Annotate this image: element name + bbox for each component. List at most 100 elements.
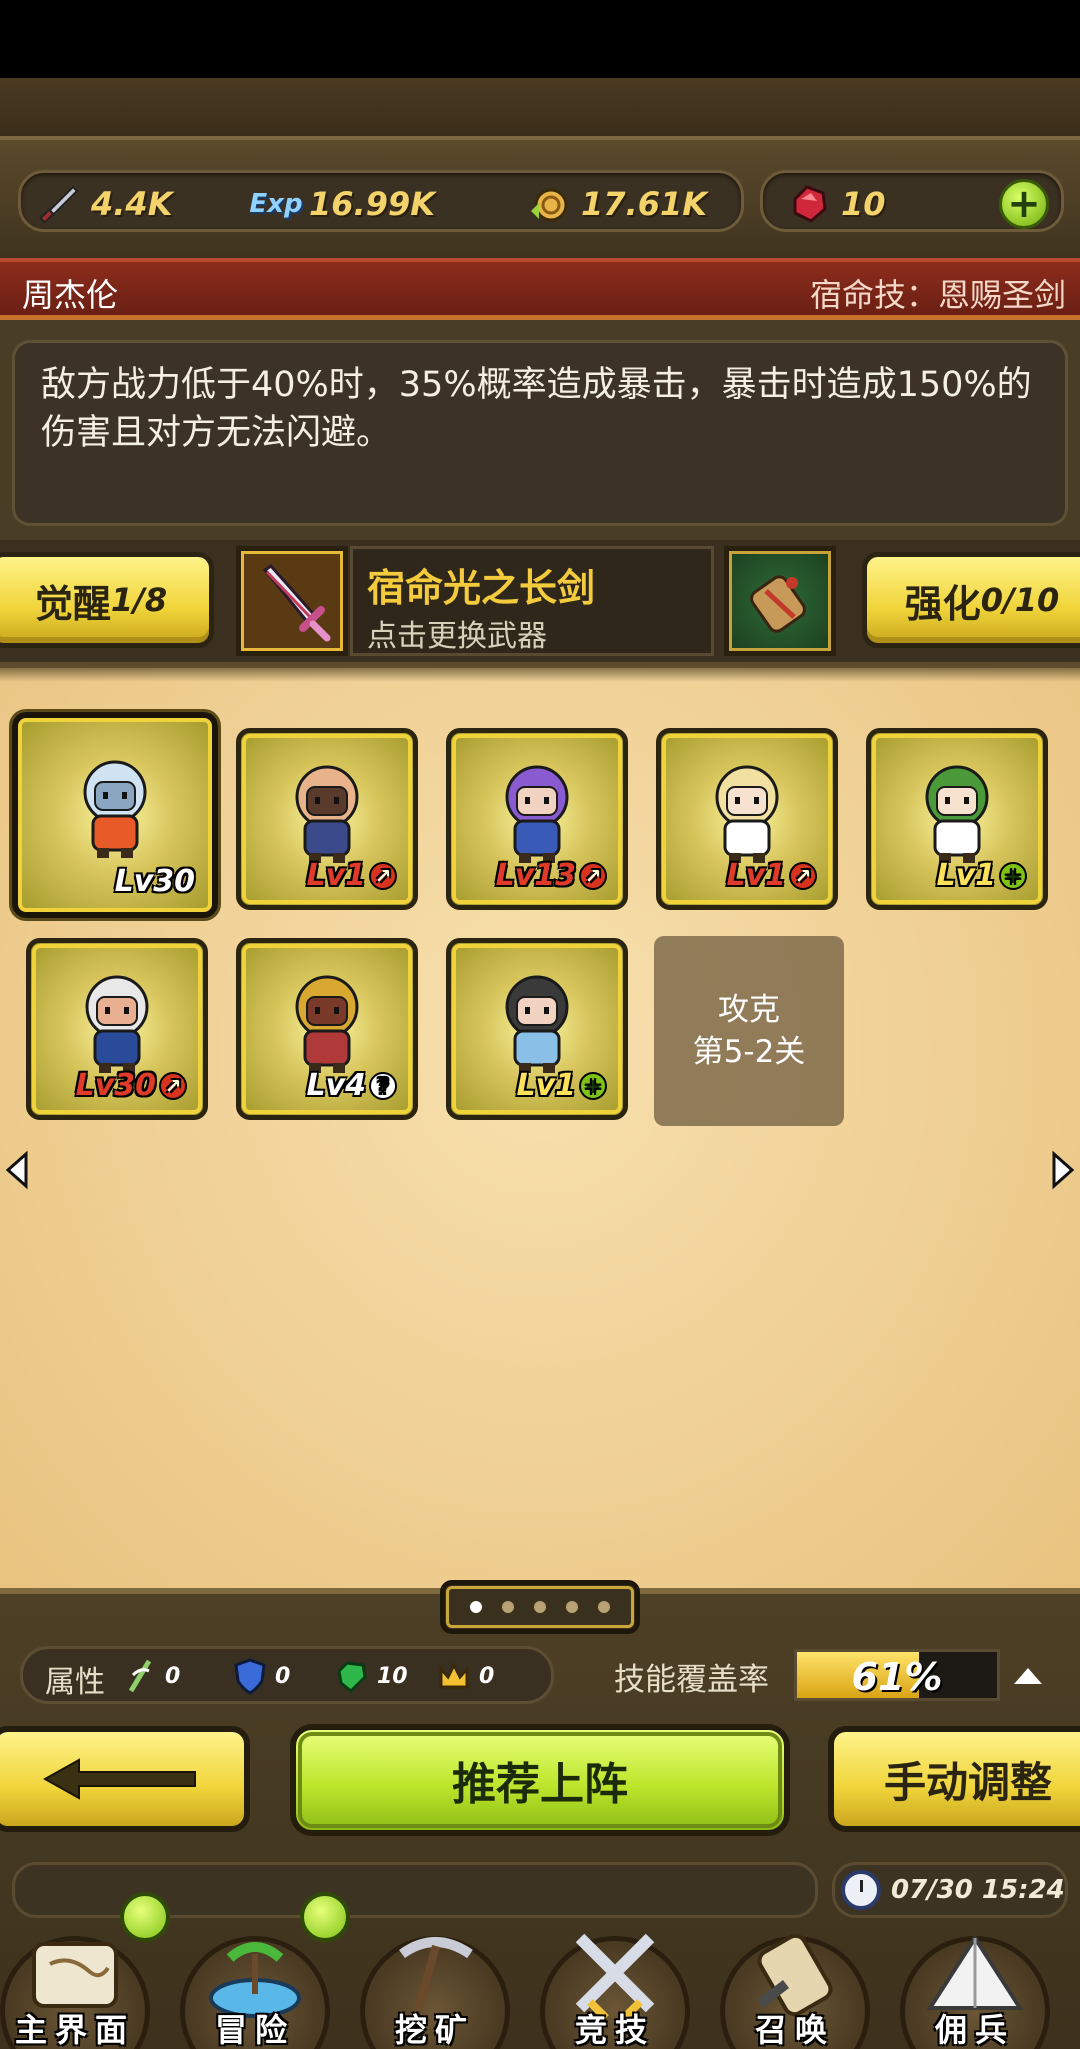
nav-label: 挖矿 [394,2011,475,2049]
attr-crown-value: 0 [479,1663,495,1689]
coin-icon [525,181,571,227]
coin-resource: 17.61K [525,173,707,235]
status-bar [0,0,1080,78]
nav-label: 冒险 [214,2011,295,2049]
hero-card-bearded-warrior[interactable]: Lv1 ↗ [236,728,418,910]
attr-wind: 0 [123,1657,180,1695]
hero-level: Lv13 ↗ [496,858,607,893]
time-text: 07/30 15:24 [891,1875,1065,1905]
manual-adjust-button[interactable]: 手动调整 [828,1726,1080,1832]
attr-wind-value: 0 [165,1663,181,1689]
destiny-skill: 宿命技：恩赐圣剑 [809,276,1066,314]
currency-bar: 4.4K Exp 16.99K 17.61K 10 + [0,140,1080,260]
attr-shield-value: 0 [275,1663,291,1689]
hero-level-text: Lv1 [726,858,786,893]
skill-description-box: 敌方战力低于40%时，35%概率造成暴击，暴击时造成150%的伤害且对方无法闪避… [12,340,1068,526]
enhance-label: 强化 [904,581,981,626]
hero-card-dark-hair-girl[interactable]: Lv1 + [446,938,628,1120]
time-display: 07/30 15:24 [832,1862,1068,1918]
hero-card-golden-knight[interactable]: Lv4? [236,938,418,1120]
emerald-icon [335,1657,369,1695]
upgrade-arrow-icon: ↗ [159,1071,187,1100]
hero-level-text: Lv1 [516,1068,576,1103]
page-dot[interactable] [502,1601,514,1613]
attack-resource: 4.4K [35,173,172,235]
bottom-navigation: 主界面 冒险 挖矿 竞技 召唤 佣兵 [0,1892,1080,2049]
weapon-slot[interactable] [236,546,348,656]
hero-card-maid-grandpa[interactable]: Lv30 ↗ [26,938,208,1120]
skill-scroll-slot[interactable] [724,546,836,656]
action-row: 推荐上阵 手动调整 [0,1720,1080,1840]
attack-value: 4.4K [91,185,173,223]
prev-page-arrow[interactable] [4,1150,30,1190]
add-gem-button[interactable]: + [999,179,1049,229]
coin-value: 17.61K [581,185,708,223]
nav-item-3[interactable]: 挖矿 [350,1918,520,2049]
enhance-button[interactable]: 强化 0/10 [862,552,1080,648]
sword-icon [35,181,81,227]
nav-item-1[interactable]: 主界面 [0,1892,170,2049]
hero-card-polar-bear[interactable]: Lv30 [12,712,218,918]
weapon-name: 宿命光之长剑 [367,566,596,610]
longsword-icon [262,564,331,642]
expand-arrow-icon[interactable] [1008,1656,1048,1696]
hero-portrait [505,765,569,864]
clock-icon [841,1870,881,1910]
nav-item-4[interactable]: 竞技 [530,1918,700,2049]
hero-level: Lv1 + [516,1068,607,1103]
nav-item-5[interactable]: 召唤 [710,1918,880,2049]
page-indicator [440,1580,640,1634]
weapon-info[interactable]: 宿命光之长剑 点击更换武器 [350,546,714,656]
nav-label: 主界面 [14,2011,135,2049]
notification-dot [120,1892,170,1942]
hero-level: Lv30 [115,864,195,899]
upgrade-arrow-icon: ↗ [789,861,817,890]
resource-pill: 4.4K Exp 16.99K 17.61K [18,170,744,232]
awaken-value: 1/8 [110,581,168,619]
attr-crown: 0 [437,1657,494,1695]
hero-portrait [85,975,149,1074]
wood-header [0,78,1080,140]
awaken-button[interactable]: 觉醒 1/8 [0,552,214,648]
exp-value: 16.99K [309,185,436,223]
shield-icon [233,1657,267,1695]
nav-label: 竞技 [574,2011,655,2049]
skill-coverage-label: 技能覆盖率 [614,1662,769,1698]
skill-description: 敌方战力低于40%时，35%概率造成暴击，暴击时造成150%的伤害且对方无法闪避… [41,365,1032,453]
gem-pill: 10 + [760,170,1064,232]
attr-shield: 0 [233,1657,290,1695]
back-button[interactable] [0,1726,250,1832]
nav-item-2[interactable]: 冒险 [170,1892,350,2049]
hero-level: Lv4? [306,1068,397,1103]
hero-portrait [295,975,359,1074]
locked-slot-line2: 第5-2关 [692,1034,806,1070]
hero-card-purple-hair-girl[interactable]: Lv13 ↗ [446,728,628,910]
notification-dot [300,1892,350,1942]
page-dot[interactable] [598,1601,610,1613]
hero-portrait [925,765,989,864]
page-dot[interactable] [534,1601,546,1613]
nav-label: 召唤 [754,2011,835,2049]
nav-label: 佣兵 [934,2011,1015,2049]
hero-card-blonde-girl[interactable]: Lv1 ↗ [656,728,838,910]
enhance-value: 0/10 [980,581,1060,619]
nav-item-6[interactable]: 佣兵 [890,1918,1060,2049]
gem-value: 10 [841,185,886,223]
page-dot[interactable] [470,1601,482,1613]
hero-level-text: Lv13 [495,858,576,893]
skill-coverage-value: 61% [851,1655,943,1699]
weapon-change-hint: 点击更换武器 [367,619,547,654]
scroll-icon [750,575,806,633]
upgrade-arrow-icon: ↗ [579,861,607,890]
exp-icon: Exp [249,189,303,219]
next-page-arrow[interactable] [1050,1150,1076,1190]
panel-shadow [0,662,1080,682]
recommend-button[interactable]: 推荐上阵 [290,1724,790,1836]
upgrade-arrow-icon: ↗ [369,861,397,890]
attribute-label: 属性 [45,1665,105,1700]
hero-portrait [715,765,779,864]
hero-portrait [83,760,147,859]
page-dot[interactable] [566,1601,578,1613]
plus-icon: + [999,861,1027,890]
hero-card-green-hair-girl[interactable]: Lv1 + [866,728,1048,910]
